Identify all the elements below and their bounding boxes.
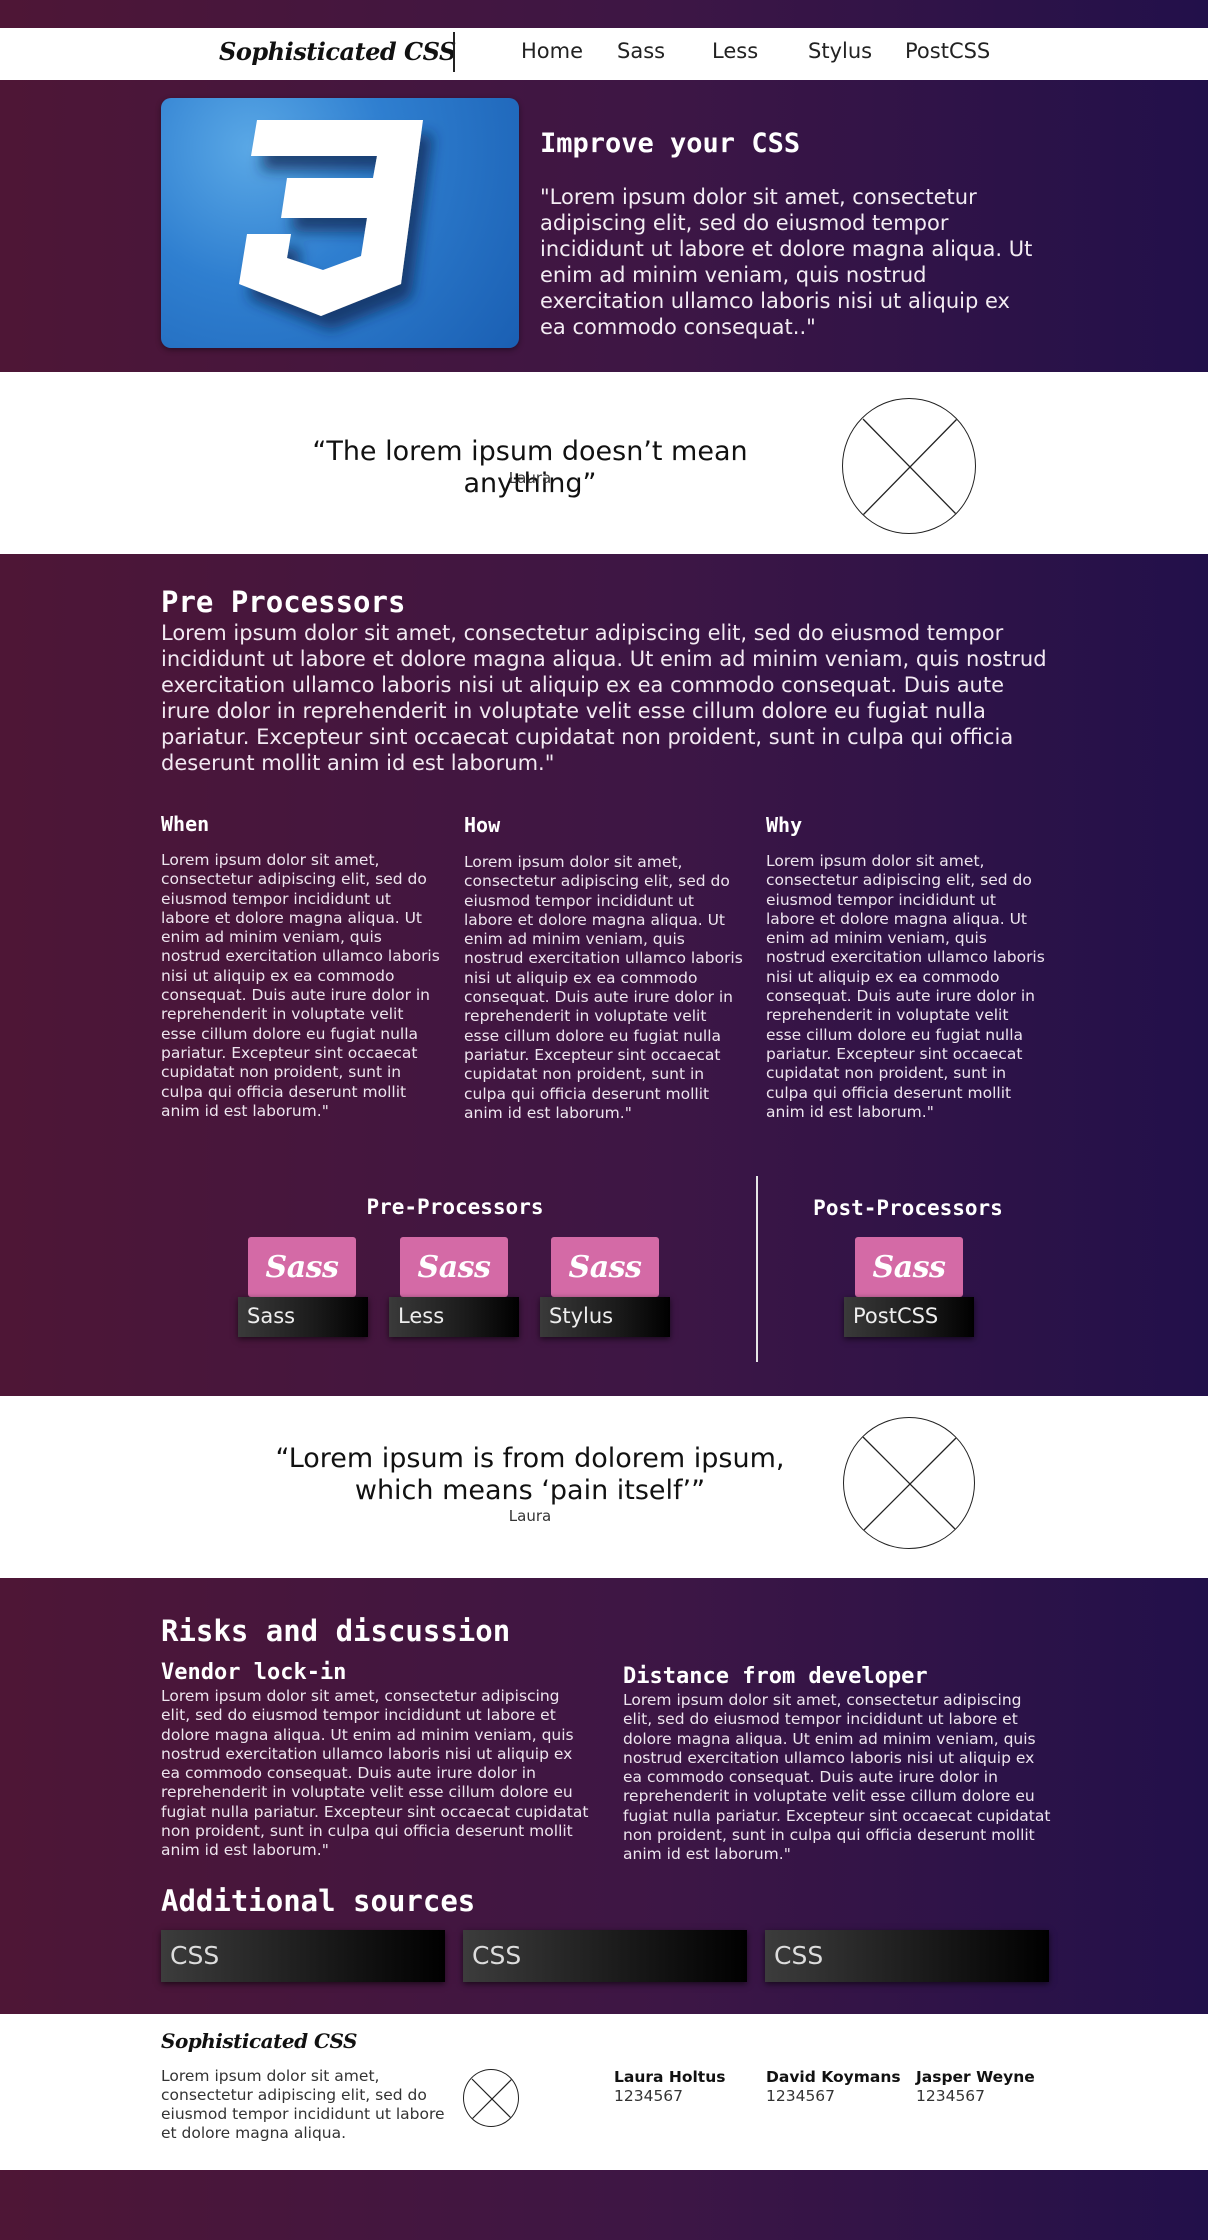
- column-text-how: Lorem ipsum dolor sit amet, consectetur …: [464, 853, 743, 1122]
- footer-avatar-placeholder: [463, 2069, 519, 2127]
- contact-name: Laura Holtus: [614, 2068, 726, 2086]
- css3-logo-image: [161, 98, 519, 348]
- sass-logo-icon: Sass: [568, 1249, 642, 1285]
- additional-sources-title: Additional sources: [161, 1884, 476, 1918]
- sass-logo-icon: Sass: [872, 1249, 946, 1285]
- processor-button-less[interactable]: Less: [389, 1297, 519, 1337]
- risks-title: Risks and discussion: [161, 1614, 511, 1648]
- image-placeholder-icon: [862, 1436, 958, 1532]
- processor-button-stylus[interactable]: Stylus: [540, 1297, 670, 1337]
- column-text-when: Lorem ipsum dolor sit amet, consectetur …: [161, 851, 440, 1120]
- contact-number: 1234567: [766, 2087, 836, 2105]
- hero-text: "Lorem ipsum dolor sit amet, consectetur…: [540, 185, 1033, 339]
- quote-2-author: Laura: [508, 1507, 552, 1525]
- quote-1-author: Laura: [508, 469, 552, 487]
- sass-logo-card: Sass: [400, 1237, 508, 1297]
- processors-divider: [756, 1176, 758, 1362]
- site-logo[interactable]: Sophisticated CSS: [219, 37, 456, 66]
- column-title-how: How: [464, 813, 501, 837]
- avatar-placeholder: [842, 398, 976, 534]
- hero-title: Improve your CSS: [540, 128, 801, 159]
- nav-link-sass[interactable]: Sass: [617, 39, 665, 63]
- processor-button-sass[interactable]: Sass: [238, 1297, 368, 1337]
- top-navbar: [0, 28, 1208, 80]
- contact-name: David Koymans: [766, 2068, 901, 2086]
- pre-processors-title: Pre Processors: [161, 585, 406, 619]
- sass-logo-icon: Sass: [417, 1249, 491, 1285]
- nav-link-postcss[interactable]: PostCSS: [905, 39, 990, 63]
- risk-title-distance: Distance from developer: [623, 1664, 928, 1689]
- contact-number: 1234567: [614, 2087, 684, 2105]
- sass-logo-card: Sass: [248, 1237, 356, 1297]
- avatar-placeholder: [843, 1417, 975, 1549]
- nav-link-less[interactable]: Less: [712, 39, 758, 63]
- footer-logo[interactable]: Sophisticated CSS: [161, 2029, 357, 2053]
- image-placeholder-icon: [471, 2078, 513, 2120]
- image-placeholder-icon: [862, 418, 958, 516]
- column-title-why: Why: [766, 813, 803, 837]
- risk-text-vendor-lock-in: Lorem ipsum dolor sit amet, consectetur …: [161, 1687, 589, 1860]
- post-processors-heading: Post-Processors: [813, 1196, 1003, 1220]
- sass-logo-card: Sass: [855, 1237, 963, 1297]
- footer-text: Lorem ipsum dolor sit amet, consectetur …: [161, 2067, 445, 2142]
- source-button-css[interactable]: CSS: [765, 1930, 1049, 1982]
- nav-link-stylus[interactable]: Stylus: [808, 39, 872, 63]
- pre-processors-heading: Pre-Processors: [366, 1195, 544, 1219]
- source-button-css[interactable]: CSS: [161, 1930, 445, 1982]
- risk-text-distance: Lorem ipsum dolor sit amet, consectetur …: [623, 1691, 1051, 1864]
- nav-link-home[interactable]: Home: [521, 39, 583, 63]
- column-title-when: When: [161, 812, 210, 836]
- quote-2-text: “Lorem ipsum is from dolorem ipsum, whic…: [275, 1443, 785, 1506]
- sass-logo-icon: Sass: [265, 1249, 339, 1285]
- quote-1-text: “The lorem ipsum doesn’t mean anything”: [312, 436, 748, 499]
- source-button-css[interactable]: CSS: [463, 1930, 747, 1982]
- contact-number: 1234567: [916, 2087, 986, 2105]
- contact-name: Jasper Weyne: [916, 2068, 1035, 2086]
- processor-button-postcss[interactable]: PostCSS: [844, 1297, 974, 1337]
- risk-title-vendor-lock-in: Vendor lock-in: [161, 1660, 347, 1685]
- column-text-why: Lorem ipsum dolor sit amet, consectetur …: [766, 852, 1045, 1121]
- sass-logo-card: Sass: [551, 1237, 659, 1297]
- css3-shield-icon: [239, 120, 423, 316]
- nav-divider: [453, 32, 455, 72]
- pre-processors-intro: Lorem ipsum dolor sit amet, consectetur …: [161, 621, 1047, 775]
